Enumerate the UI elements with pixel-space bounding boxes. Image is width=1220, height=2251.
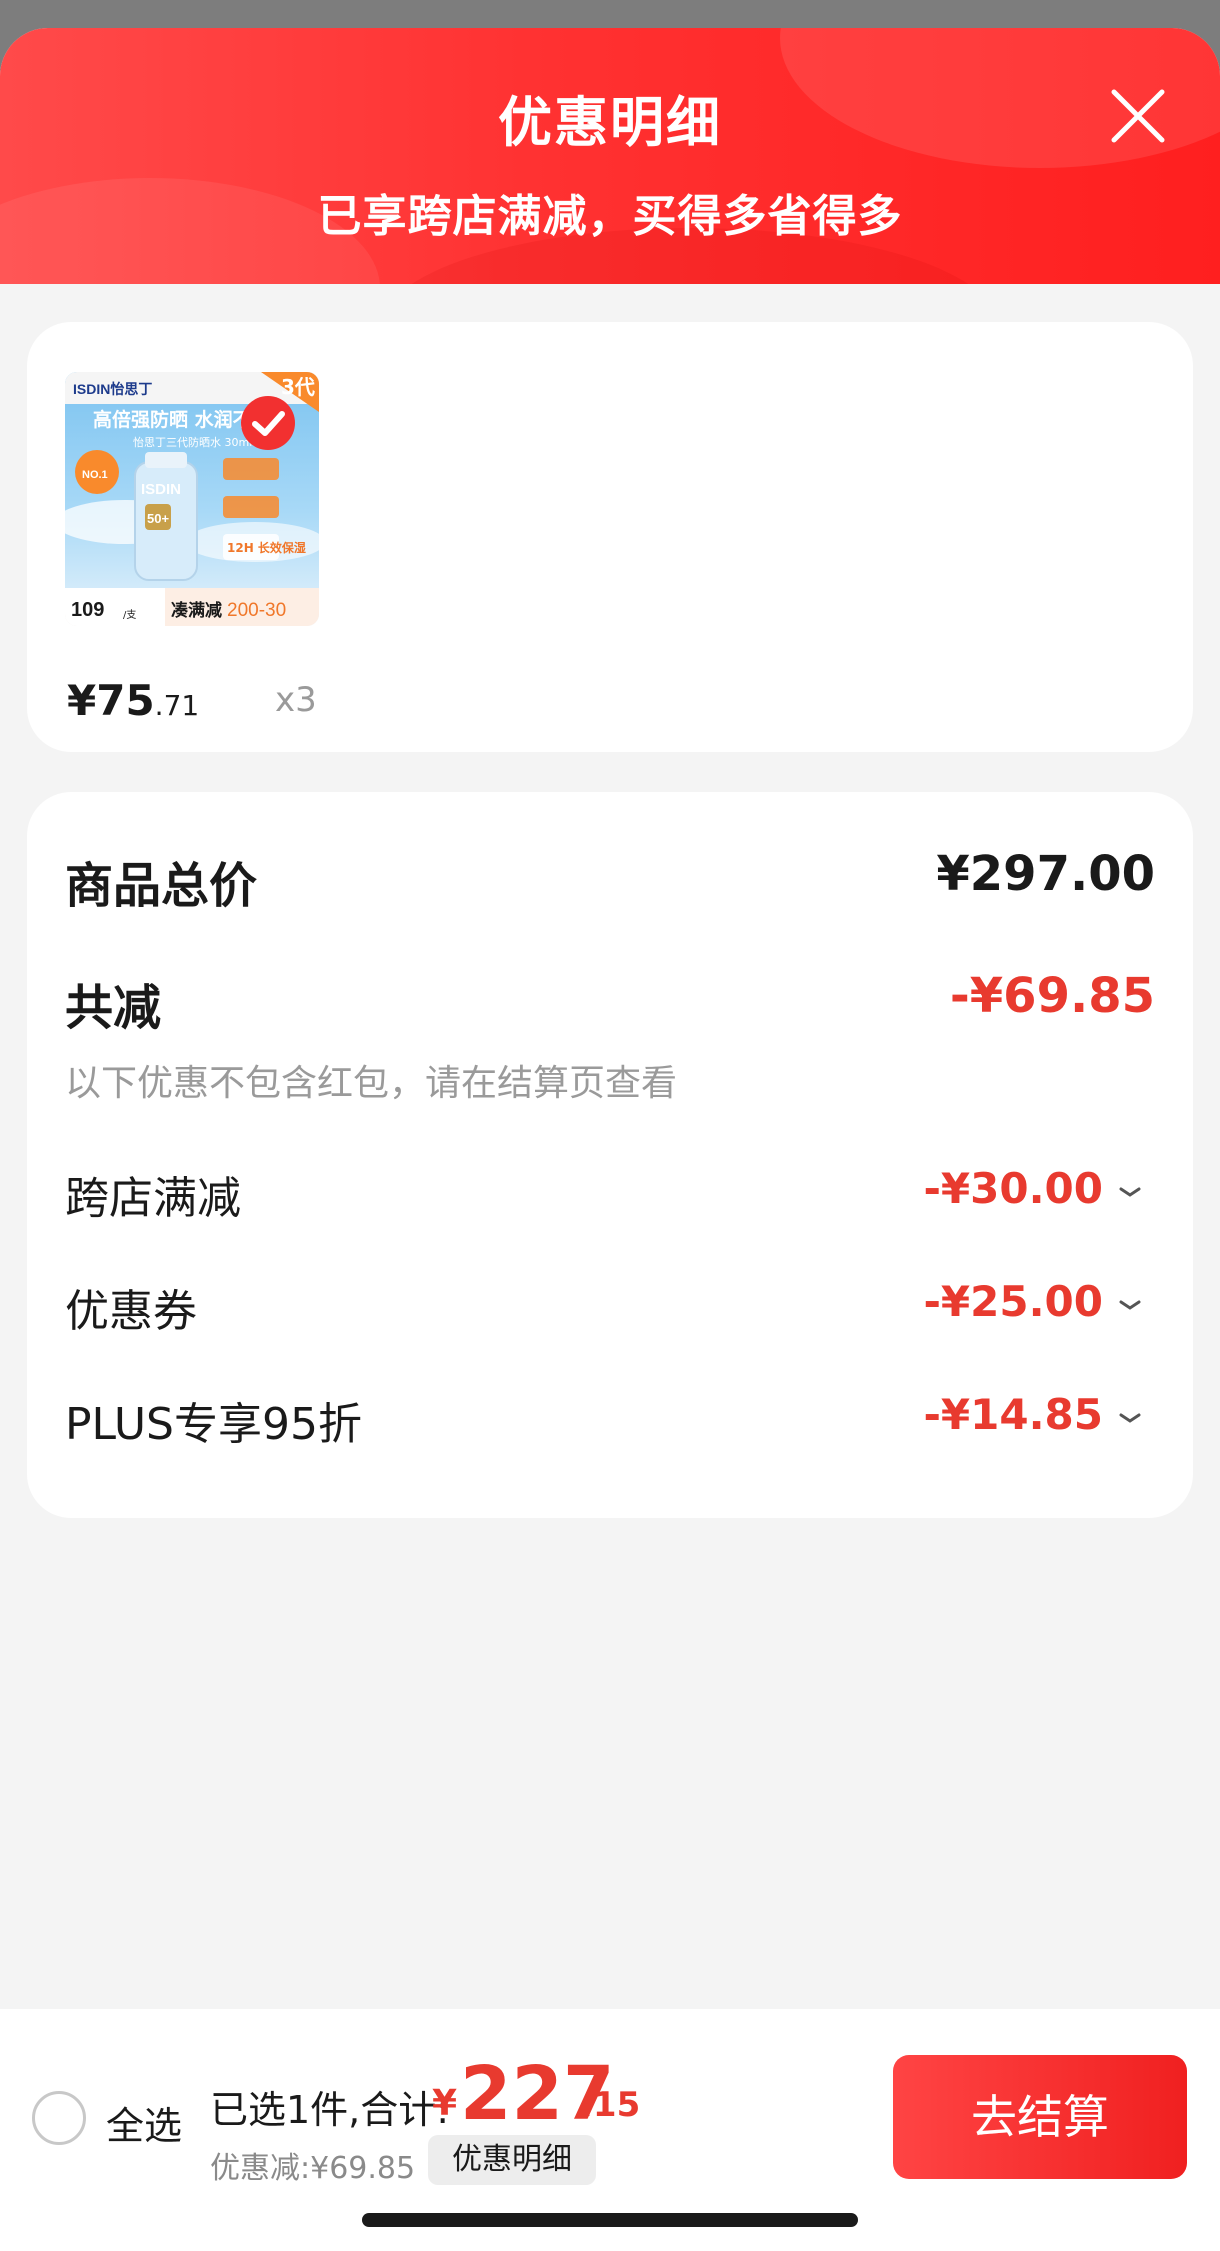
image-footer-promo-value: 200-30 [227, 600, 286, 621]
discount-value: -¥14.85 [923, 1390, 1103, 1439]
product-image-headline: 高倍强防晒 水润不 [93, 408, 252, 431]
checkout-button[interactable]: 去结算 [893, 2055, 1187, 2179]
product-quantity: x3 [275, 680, 317, 720]
sheet-subtitle: 已享跨店满减，买得多省得多 [317, 191, 903, 242]
select-all-label[interactable]: 全选 [106, 2095, 182, 2150]
selected-check-icon [241, 396, 295, 450]
discount-value: -¥25.00 [923, 1277, 1103, 1326]
total-price-label: 商品总价 [65, 858, 258, 914]
image-footer-price: 109 [71, 599, 104, 621]
bottle-brand: ISDIN [141, 481, 181, 498]
close-button[interactable] [1106, 84, 1170, 148]
discount-detail-button[interactable]: 优惠明细 [428, 2135, 596, 2185]
selected-count-text: 已选1件,合计: [210, 2088, 450, 2132]
discount-note: 以下优惠不包含红包，请在结算页查看 [65, 1063, 678, 1104]
side-tag-text: NO.1 [82, 469, 108, 481]
discount-label: 优惠券 [65, 1286, 197, 1337]
product-price: ¥75.71 [67, 676, 199, 725]
chevron-down-icon[interactable] [1117, 1184, 1143, 1200]
brand-logo-text: ISDIN怡思丁 [73, 381, 152, 397]
total-currency: ¥ [432, 2083, 458, 2124]
price-summary-card: 商品总价 ¥297.00 共减 -¥69.85 以下优惠不包含红包，请在结算页查… [27, 792, 1193, 1518]
total-price-value: ¥297.00 [936, 846, 1155, 902]
discount-label: 跨店满减 [65, 1173, 241, 1224]
total-reduce-label: 共减 [65, 980, 162, 1036]
home-indicator [362, 2213, 858, 2227]
feature-text: 12H 长效保湿 [227, 540, 306, 555]
product-image-line: 怡思丁三代防晒水 30ml [133, 435, 252, 449]
chevron-down-icon[interactable] [1117, 1297, 1143, 1313]
product-price-int: ¥75 [67, 676, 155, 725]
bottle-spf: 50+ [147, 511, 169, 526]
total-reduce-value: -¥69.85 [949, 968, 1155, 1024]
product-price-decimal: .71 [154, 689, 200, 722]
discount-amount-text: 优惠减:¥69.85 [210, 2151, 416, 2186]
discount-detail-sheet: 优惠明细 已享跨店满减，买得多省得多 ISDIN怡思丁 3代 高倍强防晒 水润不… [0, 28, 1220, 2251]
total-amount-decimal: .15 [580, 2085, 641, 2125]
discount-value: -¥30.00 [923, 1164, 1103, 1213]
image-footer-promo: 凑满减 [171, 600, 222, 621]
discount-label: PLUS专享95折 [65, 1399, 362, 1450]
chevron-down-icon[interactable] [1117, 1410, 1143, 1426]
sheet-title: 优惠明细 [498, 91, 722, 154]
sheet-header: 优惠明细 已享跨店满减，买得多省得多 [0, 28, 1220, 284]
product-image[interactable]: ISDIN怡思丁 3代 高倍强防晒 水润不 怡思丁三代防晒水 30ml NO.1… [65, 372, 319, 626]
close-icon [1111, 89, 1165, 143]
product-card: ISDIN怡思丁 3代 高倍强防晒 水润不 怡思丁三代防晒水 30ml NO.1… [27, 322, 1193, 752]
image-footer-unit: /支 [123, 609, 136, 621]
select-all-radio[interactable] [32, 2091, 86, 2145]
